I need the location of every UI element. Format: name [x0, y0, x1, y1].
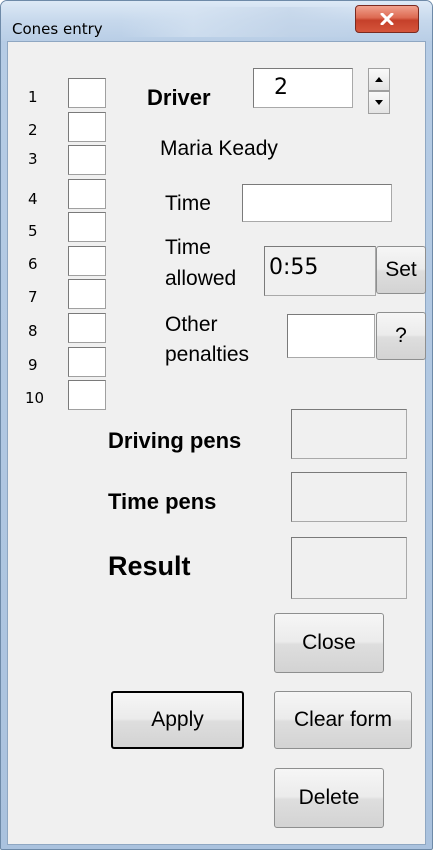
time-pens-label: Time pens — [108, 489, 217, 514]
cone-input-3[interactable] — [68, 145, 106, 175]
other-penalties-label-line2: penalties — [165, 343, 250, 366]
window-close-button[interactable] — [355, 5, 419, 33]
time-allowed-value: 0:55 — [269, 255, 319, 280]
cone-input-10[interactable] — [68, 380, 106, 410]
driver-number-value: 2 — [274, 75, 288, 100]
arrow-down-icon — [375, 100, 383, 105]
cone-label-6: 6 — [28, 255, 38, 273]
cone-input-9[interactable] — [68, 347, 106, 377]
driving-pens-field — [291, 409, 407, 459]
window-title: Cones entry — [12, 20, 103, 38]
other-penalties-input[interactable] — [287, 314, 375, 358]
cone-input-6[interactable] — [68, 246, 106, 276]
set-button[interactable]: Set — [376, 246, 426, 294]
delete-button[interactable]: Delete — [274, 768, 384, 828]
spin-down-button[interactable] — [368, 91, 390, 114]
cone-label-4: 4 — [28, 190, 38, 208]
result-field — [291, 537, 407, 599]
cone-input-1[interactable] — [68, 78, 106, 108]
cone-label-1: 1 — [28, 88, 38, 106]
cone-label-3: 3 — [28, 150, 38, 168]
cone-label-7: 7 — [28, 288, 38, 306]
time-allowed-field: 0:55 — [264, 246, 376, 296]
cone-label-2: 2 — [28, 121, 38, 139]
driver-name: Maria Keady — [160, 137, 278, 160]
other-penalties-label-line1: Other — [165, 313, 218, 336]
arrow-up-icon — [375, 77, 383, 82]
cone-label-8: 8 — [28, 322, 38, 340]
time-allowed-label-line1: Time — [165, 236, 211, 259]
cone-input-2[interactable] — [68, 112, 106, 142]
spin-up-button[interactable] — [368, 68, 390, 91]
cones-entry-window: Cones entry 1 2 3 4 5 6 7 8 9 10 Driver … — [0, 0, 433, 850]
close-button[interactable]: Close — [274, 613, 384, 673]
result-label: Result — [108, 551, 191, 581]
time-allowed-label-line2: allowed — [165, 267, 237, 290]
driver-spinner[interactable] — [368, 68, 390, 114]
close-icon — [380, 13, 394, 25]
time-label: Time — [165, 192, 211, 215]
driving-pens-label: Driving pens — [108, 428, 242, 453]
time-input[interactable] — [242, 184, 392, 222]
form-body: 1 2 3 4 5 6 7 8 9 10 Driver 2 Maria Kead… — [7, 41, 426, 845]
clear-form-button[interactable]: Clear form — [274, 691, 412, 749]
help-button[interactable]: ? — [376, 312, 426, 360]
driver-label: Driver — [147, 85, 211, 110]
cone-label-9: 9 — [28, 356, 38, 374]
cone-label-10: 10 — [25, 389, 45, 407]
apply-button[interactable]: Apply — [111, 691, 244, 749]
cone-label-5: 5 — [28, 222, 38, 240]
cone-input-8[interactable] — [68, 313, 106, 343]
time-pens-field — [291, 472, 407, 522]
cone-input-5[interactable] — [68, 212, 106, 242]
cone-input-4[interactable] — [68, 179, 106, 209]
cone-input-7[interactable] — [68, 279, 106, 309]
driver-number-input[interactable]: 2 — [253, 68, 353, 108]
